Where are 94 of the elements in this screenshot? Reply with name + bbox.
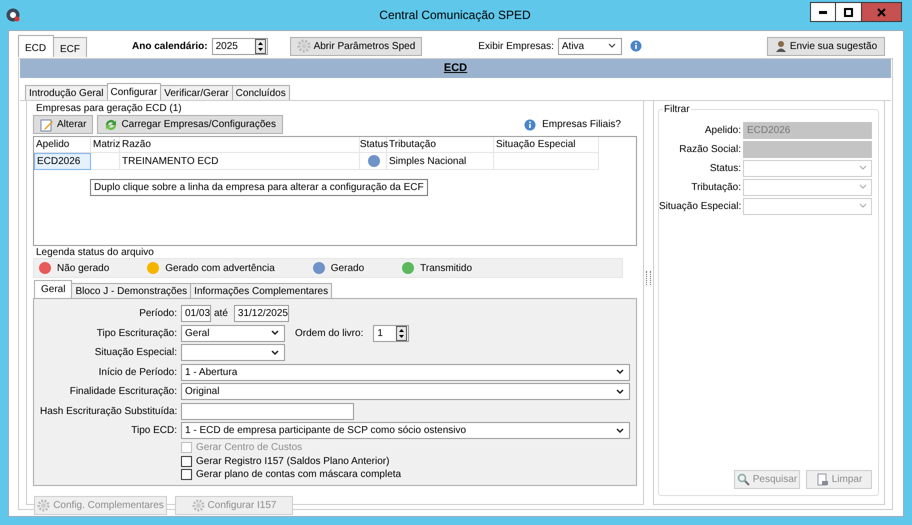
field-label: Situação Especial:: [94, 347, 178, 358]
minimize-button[interactable]: [810, 2, 836, 22]
chevron-down-icon: [271, 350, 280, 356]
column-header: Status: [360, 137, 387, 153]
input-field[interactable]: [181, 402, 354, 420]
chevron-down-icon: [271, 330, 280, 336]
toolbar-button[interactable]: Carregar Empresas/Configurações: [97, 115, 283, 134]
dropdown[interactable]: 1 - Abertura: [181, 364, 630, 380]
order-spinner[interactable]: 1: [373, 324, 410, 342]
checkbox[interactable]: [181, 456, 192, 466]
field-label: Hash Escrituração Substituída:: [40, 406, 178, 416]
minimize-icon: [819, 10, 827, 14]
tab[interactable]: Informações Complementares: [190, 283, 332, 298]
year-spinner[interactable]: 2025: [212, 38, 268, 54]
spinner-arrows-icon[interactable]: [254, 38, 266, 54]
spinner-arrows-icon[interactable]: [396, 326, 408, 340]
column-header: Matriz: [91, 137, 120, 153]
tab[interactable]: Introdução Geral: [25, 85, 108, 100]
table-cell: ECD2026: [34, 153, 91, 170]
legend-label: Gerado com advertência: [165, 262, 275, 274]
chevron-down-icon: [616, 428, 625, 434]
section-banner: ECD: [20, 59, 891, 78]
send-suggestion-button[interactable]: Envie sua sugestão: [767, 36, 885, 56]
field-label: Razão Social:: [678, 144, 742, 154]
chevron-down-icon: [859, 165, 868, 171]
close-button[interactable]: [862, 2, 902, 22]
show-companies-dropdown[interactable]: Ativa: [558, 38, 622, 54]
legend-title: Legenda status do arquivo: [36, 247, 155, 258]
input-field[interactable]: 01/03: [181, 305, 211, 322]
field-label: Período:: [138, 308, 178, 319]
legend-label: Gerado: [330, 262, 364, 274]
open-parameters-button[interactable]: Abrir Parâmetros Sped: [290, 36, 422, 56]
field-label: Status:: [708, 162, 742, 174]
dropdown[interactable]: Geral: [181, 324, 285, 342]
dropdown[interactable]: 1 - ECD de empresa participante de SCP como sócio ostensivo: [181, 422, 630, 439]
field-label: até: [214, 308, 228, 319]
chevron-down-icon: [859, 184, 868, 190]
field-label: Situação Especial:: [659, 200, 742, 212]
column-header: Situação Especial: [494, 137, 599, 153]
info-icon[interactable]: [630, 40, 642, 52]
group-title: Empresas para geração ECD (1): [36, 103, 183, 114]
chevron-down-icon: [859, 203, 868, 209]
maximize-button[interactable]: [836, 2, 862, 22]
toolbar-button[interactable]: Alterar: [33, 115, 94, 134]
branch-companies-label: Empresas Filiais?: [542, 119, 621, 130]
tab[interactable]: Configurar: [106, 83, 162, 100]
field-label: Tipo ECD:: [130, 425, 178, 436]
legend-label: Transmitido: [420, 262, 472, 274]
tab[interactable]: Concluídos: [232, 85, 290, 100]
field-label: Início de Período:: [98, 366, 178, 378]
gear-icon: [192, 498, 205, 512]
tab[interactable]: Verificar/Gerar: [160, 85, 233, 100]
checkbox-label: Gerar plano de contas com máscara completa: [196, 469, 402, 480]
column-header: Razão: [120, 137, 360, 153]
tab[interactable]: Bloco J - Demonstrações: [71, 283, 192, 298]
column-header: Tributação: [387, 137, 494, 153]
refresh-icon: [104, 118, 118, 132]
module-tab[interactable]: ECD: [18, 35, 54, 57]
edit-icon: [40, 118, 54, 132]
document-icon: [816, 473, 829, 486]
person-icon: [774, 40, 787, 52]
company-row[interactable]: ECD2026 TREINAMENTO ECD Simples Nacional: [34, 153, 636, 170]
show-companies-label: Exibir Empresas:: [478, 40, 554, 52]
close-icon: [877, 8, 886, 16]
info-icon[interactable]: [524, 118, 536, 130]
chevron-down-icon: [608, 43, 617, 49]
table-cell: TREINAMENTO ECD: [120, 153, 360, 170]
field-label: Tributação:: [690, 182, 742, 192]
table-cell: Simples Nacional: [387, 153, 494, 170]
dropdown[interactable]: [181, 344, 285, 361]
search-icon: [736, 473, 750, 486]
tab[interactable]: Geral: [34, 280, 72, 298]
field-label: Finalidade Escrituração:: [68, 386, 178, 397]
legend-label: Não gerado: [57, 262, 110, 274]
window-title: Central Comunicação SPED: [379, 8, 531, 22]
dropdown[interactable]: Original: [181, 383, 630, 400]
checkbox-label: Gerar Registro I157 (Saldos Plano Anterior): [196, 456, 390, 466]
field-label: Apelido:: [704, 124, 742, 136]
splitter-handle[interactable]: [646, 271, 651, 285]
checkbox-label: Gerar Centro de Custos: [196, 442, 302, 453]
hint-tooltip: Duplo clique sobre a linha da empresa para alterar a configuração da ECF: [90, 179, 428, 196]
app-logo-icon: [6, 8, 20, 22]
year-label: Ano calendário:: [132, 40, 208, 52]
chevron-down-icon: [616, 369, 625, 375]
gear-icon: [37, 498, 50, 512]
chevron-down-icon: [616, 388, 625, 394]
gear-icon: [296, 39, 311, 53]
field-label: Tipo Escrituração:: [96, 328, 178, 338]
module-tab[interactable]: ECF: [53, 37, 87, 57]
field-label: Ordem do livro:: [295, 328, 364, 338]
group-title: Filtrar: [663, 104, 691, 115]
input-field[interactable]: 31/12/2025: [234, 305, 289, 322]
maximize-icon: [844, 8, 853, 16]
checkbox[interactable]: [181, 469, 192, 480]
